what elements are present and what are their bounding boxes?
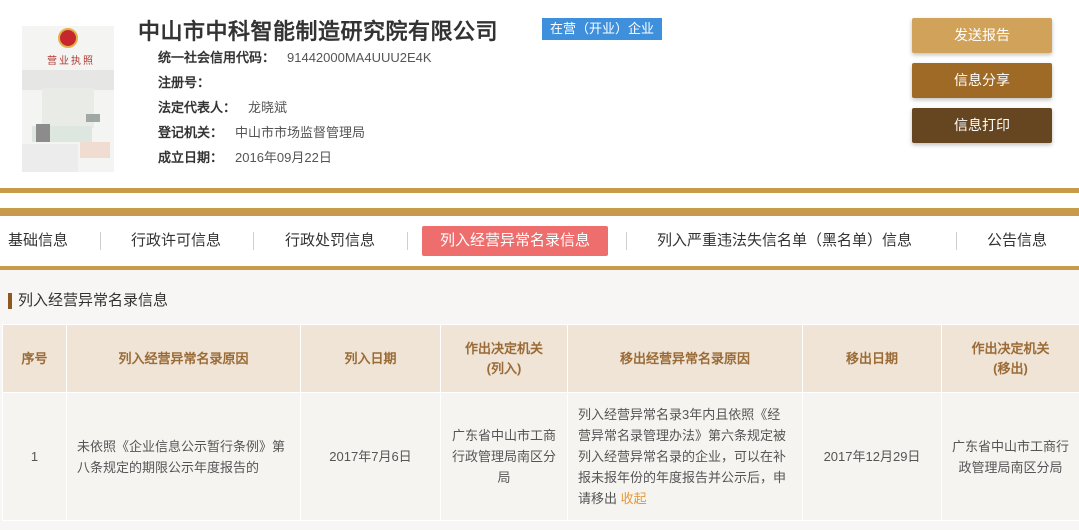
info-row-reg-authority: 登记机关： 中山市市场监督管理局	[158, 123, 432, 148]
divider	[0, 208, 1079, 216]
info-value: 91442000MA4UUU2E4K	[287, 50, 432, 65]
collapse-link[interactable]: 收起	[621, 491, 647, 506]
info-label: 统一社会信用代码：	[158, 50, 276, 65]
national-emblem-icon	[58, 28, 78, 48]
table-row: 1 未依照《企业信息公示暂行条例》第八条规定的期限公示年度报告的 2017年7月…	[2, 392, 1079, 521]
cell-org-out: 广东省中山市工商行政管理局南区分局	[941, 392, 1079, 521]
company-info: 统一社会信用代码： 91442000MA4UUU2E4K 注册号： 法定代表人： 龙…	[158, 48, 432, 173]
tab-separator	[956, 232, 957, 250]
col-header-date-out: 移出日期	[802, 324, 942, 393]
cell-org-in: 广东省中山市工商行政管理局南区分局	[440, 392, 568, 521]
info-row-legal-rep: 法定代表人： 龙晓斌	[158, 98, 432, 123]
cell-date-out: 2017年12月29日	[802, 392, 942, 521]
tab-separator	[100, 232, 101, 250]
info-label: 法定代表人：	[158, 100, 237, 115]
company-name: 中山市中科智能制造研究院有限公司	[138, 19, 499, 44]
tab-bar: 基础信息 行政许可信息 行政处罚信息 列入经营异常名录信息 列入严重违法失信名单…	[0, 216, 1079, 266]
print-info-button[interactable]: 信息打印	[912, 108, 1052, 143]
col-header-org-out: 作出决定机关 (移出)	[941, 324, 1079, 393]
share-info-button[interactable]: 信息分享	[912, 63, 1052, 98]
tab-admin-penalty[interactable]: 行政处罚信息	[285, 226, 375, 256]
cell-no: 1	[2, 392, 67, 521]
info-label: 注册号：	[158, 75, 211, 90]
col-header-date-in: 列入日期	[300, 324, 441, 393]
license-title: 营业执照	[47, 56, 95, 67]
divider	[0, 188, 1079, 193]
info-value: 龙晓斌	[248, 100, 288, 115]
info-row-founded: 成立日期： 2016年09月22日	[158, 148, 432, 173]
tab-basic-info[interactable]: 基础信息	[8, 226, 68, 256]
tab-separator	[626, 232, 627, 250]
col-header-org-in: 作出决定机关 (列入)	[440, 324, 568, 393]
cell-reason-out: 列入经营异常名录3年内且依照《经营异常名录管理办法》第六条规定被列入经营异常名录…	[567, 392, 803, 521]
tab-abnormal-operation[interactable]: 列入经营异常名录信息	[422, 226, 609, 256]
send-report-button[interactable]: 发送报告	[912, 18, 1052, 53]
tab-separator	[253, 232, 254, 250]
business-license-image[interactable]: 营业执照	[22, 26, 114, 172]
company-header: 营业执照 中山市中科智能制造研究院有限公司 在营（开业）企业 统一社会信用代码：…	[0, 0, 1079, 188]
tab-announcement[interactable]: 公告信息	[987, 226, 1047, 256]
table-header-row: 序号 列入经营异常名录原因 列入日期 作出决定机关 (列入) 移出经营异常名录原因…	[2, 324, 1079, 393]
info-value: 中山市市场监督管理局	[235, 125, 366, 140]
col-header-reason-out: 移出经营异常名录原因	[567, 324, 803, 393]
section-title: 列入经营异常名录信息	[8, 293, 168, 309]
info-label: 成立日期：	[158, 150, 224, 165]
cell-reason: 未依照《企业信息公示暂行条例》第八条规定的期限公示年度报告的	[66, 392, 301, 521]
col-header-reason: 列入经营异常名录原因	[66, 324, 301, 393]
info-row-reg-no: 注册号：	[158, 73, 432, 98]
status-badge: 在营（开业）企业	[542, 18, 663, 40]
tab-blacklist[interactable]: 列入严重违法失信名单（黑名单）信息	[657, 226, 912, 256]
tab-admin-license[interactable]: 行政许可信息	[131, 226, 221, 256]
col-header-no: 序号	[2, 324, 67, 393]
info-value: 2016年09月22日	[235, 150, 332, 165]
tab-separator	[407, 232, 408, 250]
abnormal-list-table: 序号 列入经营异常名录原因 列入日期 作出决定机关 (列入) 移出经营异常名录原因…	[2, 324, 1079, 521]
cell-date-in: 2017年7月6日	[300, 392, 441, 521]
info-label: 登记机关：	[158, 125, 224, 140]
info-row-credit-code: 统一社会信用代码： 91442000MA4UUU2E4K	[158, 48, 432, 73]
